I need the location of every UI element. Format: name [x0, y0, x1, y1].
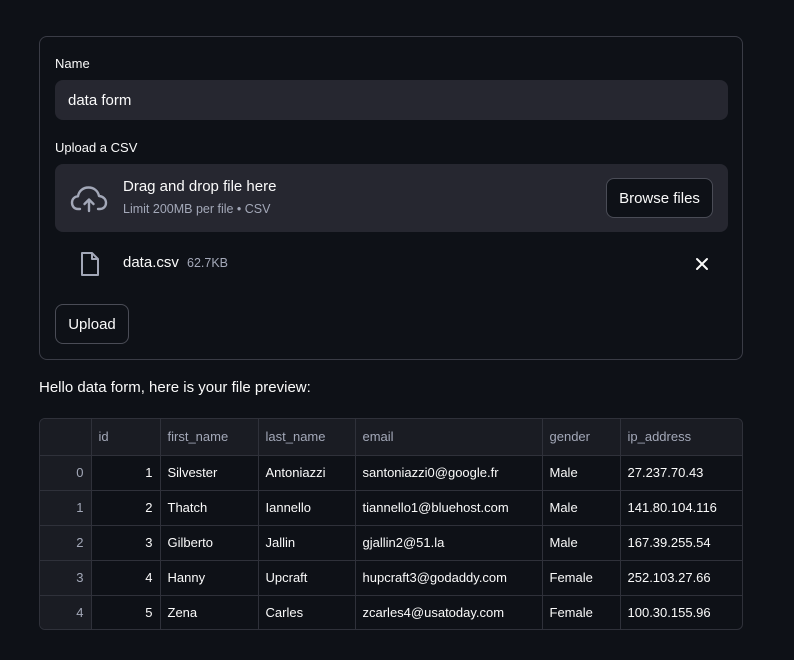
table-cell[interactable]: 100.30.155.96: [620, 595, 742, 629]
table-row: 1 2 Thatch Iannello tiannello1@bluehost.…: [40, 490, 742, 526]
file-icon: [81, 252, 99, 276]
table-cell[interactable]: Upcraft: [258, 560, 356, 596]
column-header[interactable]: first_name: [160, 419, 259, 456]
table-cell[interactable]: Male: [542, 455, 621, 491]
file-name: data.csv: [123, 254, 179, 271]
row-index: 2: [40, 525, 92, 561]
table-cell[interactable]: gjallin2@51.la: [355, 525, 543, 561]
file-dropzone[interactable]: Drag and drop file here Limit 200MB per …: [55, 164, 728, 232]
table-cell[interactable]: 2: [91, 490, 161, 526]
browse-files-button[interactable]: Browse files: [606, 178, 713, 218]
upload-label: Upload a CSV: [55, 140, 138, 155]
table-cell[interactable]: Male: [542, 490, 621, 526]
close-icon[interactable]: [694, 256, 710, 272]
name-input[interactable]: [55, 80, 728, 120]
table-cell[interactable]: Iannello: [258, 490, 356, 526]
table-cell[interactable]: Jallin: [258, 525, 356, 561]
upload-form: Name Upload a CSV Drag and drop file her…: [39, 36, 743, 360]
table-cell[interactable]: 141.80.104.116: [620, 490, 742, 526]
table-cell[interactable]: Thatch: [160, 490, 259, 526]
table-cell[interactable]: Hanny: [160, 560, 259, 596]
row-index: 3: [40, 560, 92, 596]
table-row: 4 5 Zena Carles zcarles4@usatoday.com Fe…: [40, 595, 742, 629]
table-cell[interactable]: 4: [91, 560, 161, 596]
table-header-row: id first_name last_name email gender ip_…: [40, 419, 742, 456]
name-label: Name: [55, 56, 90, 71]
table-cell[interactable]: 27.237.70.43: [620, 455, 742, 491]
data-preview-table[interactable]: id first_name last_name email gender ip_…: [39, 418, 743, 630]
table-cell[interactable]: Antoniazzi: [258, 455, 356, 491]
column-header: [40, 419, 92, 456]
uploaded-file-row: data.csv 62.7KB: [55, 247, 728, 283]
table-cell[interactable]: Female: [542, 560, 621, 596]
column-header[interactable]: gender: [542, 419, 621, 456]
table-cell[interactable]: 252.103.27.66: [620, 560, 742, 596]
file-size: 62.7KB: [187, 256, 229, 270]
table-cell[interactable]: tiannello1@bluehost.com: [355, 490, 543, 526]
table-cell[interactable]: zcarles4@usatoday.com: [355, 595, 543, 629]
table-row: 0 1 Silvester Antoniazzi santoniazzi0@go…: [40, 455, 742, 491]
table-cell[interactable]: Carles: [258, 595, 356, 629]
table-cell[interactable]: Gilberto: [160, 525, 259, 561]
upload-button[interactable]: Upload: [55, 304, 129, 344]
row-index: 4: [40, 595, 92, 629]
table-cell[interactable]: 1: [91, 455, 161, 491]
table-cell[interactable]: Zena: [160, 595, 259, 629]
row-index: 1: [40, 490, 92, 526]
table-cell[interactable]: hupcraft3@godaddy.com: [355, 560, 543, 596]
table-cell[interactable]: Silvester: [160, 455, 259, 491]
table-cell[interactable]: santoniazzi0@google.fr: [355, 455, 543, 491]
column-header[interactable]: email: [355, 419, 543, 456]
table-row: 2 3 Gilberto Jallin gjallin2@51.la Male …: [40, 525, 742, 561]
table-cell[interactable]: 167.39.255.54: [620, 525, 742, 561]
dropzone-title: Drag and drop file here: [123, 178, 277, 195]
column-header[interactable]: last_name: [258, 419, 356, 456]
table-cell[interactable]: 5: [91, 595, 161, 629]
table-row: 3 4 Hanny Upcraft hupcraft3@godaddy.com …: [40, 560, 742, 596]
column-header[interactable]: ip_address: [620, 419, 742, 456]
cloud-upload-icon: [70, 186, 108, 213]
preview-message: Hello data form, here is your file previ…: [39, 379, 311, 396]
table-cell[interactable]: Female: [542, 595, 621, 629]
column-header[interactable]: id: [91, 419, 161, 456]
table-cell[interactable]: 3: [91, 525, 161, 561]
table-cell[interactable]: Male: [542, 525, 621, 561]
row-index: 0: [40, 455, 92, 491]
dropzone-limit-text: Limit 200MB per file • CSV: [123, 202, 271, 216]
